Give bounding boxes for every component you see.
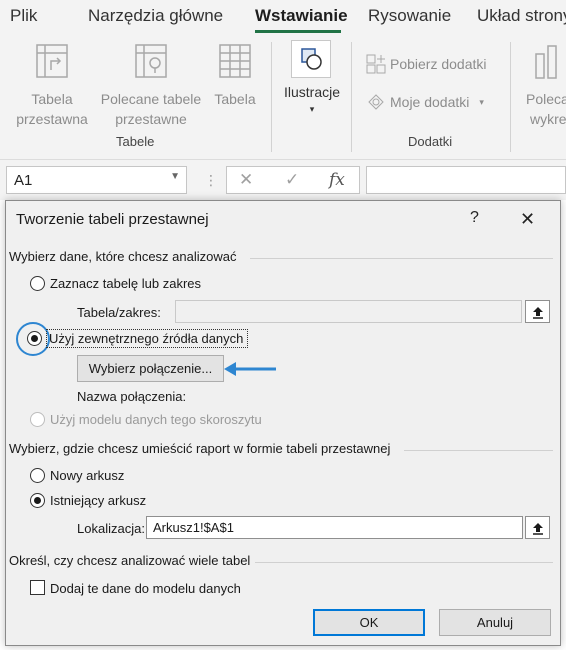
cancel-formula-icon[interactable]: ✕: [239, 170, 253, 190]
group-separator: [510, 42, 511, 152]
add-to-data-model-checkbox[interactable]: [30, 580, 45, 595]
formula-buttons: ✕ ✓ fx: [226, 166, 360, 194]
section-divider: [250, 258, 553, 259]
dialog-title: Tworzenie tabeli przestawnej: [16, 211, 209, 228]
connection-name-label: Nazwa połączenia:: [77, 389, 187, 404]
name-box[interactable]: A1 ▼: [6, 166, 187, 194]
tab-draw[interactable]: Rysowanie: [368, 6, 451, 26]
collapse-dialog-icon: [532, 306, 543, 319]
recommended-pivot-tables-button[interactable]: Polecane tabele przestawne: [96, 42, 206, 129]
table-range-label: Tabela/zakres:: [77, 305, 161, 320]
annotation-arrow-icon: [224, 362, 276, 376]
add-to-data-model-label[interactable]: Dodaj te dane do modelu danych: [50, 581, 241, 596]
radio-new-sheet[interactable]: [30, 468, 45, 483]
recommended-charts-button[interactable]: Poleca wykre: [520, 42, 566, 129]
my-addins-dropdown-icon: ▾: [479, 96, 484, 107]
location-input[interactable]: Arkusz1!$A$1: [146, 516, 523, 539]
radio-new-sheet-label[interactable]: Nowy arkusz: [50, 468, 124, 483]
recommended-pivot-icon: [135, 44, 167, 78]
help-icon[interactable]: ?: [470, 209, 479, 227]
radio-external-source[interactable]: [27, 331, 42, 346]
recommended-label-1: Polecane tabele: [100, 91, 202, 107]
pivot-table-label-1: Tabela: [31, 91, 73, 107]
pivot-table-label-2: przestawna: [16, 111, 88, 127]
recommended-label-2: przestawne: [115, 111, 187, 127]
formula-bar-grip-icon[interactable]: ⋮: [204, 172, 218, 189]
radio-select-table[interactable]: [30, 276, 45, 291]
group-separator: [271, 42, 272, 152]
section-choose-location: Wybierz, gdzie chcesz umieścić raport w …: [9, 441, 391, 456]
get-addins-label: Pobierz dodatki: [390, 56, 487, 72]
tab-insert[interactable]: Wstawianie: [255, 6, 348, 26]
radio-existing-sheet[interactable]: [30, 493, 45, 508]
radio-data-model-label[interactable]: Użyj modelu danych tego skoroszytu: [50, 412, 262, 427]
radio-external-source-label[interactable]: Użyj zewnętrznego źródła danych: [49, 331, 243, 346]
illustrations-dropdown-icon: ▾: [309, 104, 315, 114]
tab-file[interactable]: Plik: [10, 6, 37, 26]
shapes-icon: [301, 48, 322, 70]
group-label-tables: Tabele: [116, 134, 155, 149]
cancel-button[interactable]: Anuluj: [439, 609, 551, 636]
radio-data-model[interactable]: [30, 412, 45, 427]
insert-function-icon[interactable]: fx: [329, 170, 345, 190]
radio-existing-sheet-label[interactable]: Istniejący arkusz: [50, 493, 146, 508]
name-box-value: A1: [14, 172, 33, 189]
location-picker-button[interactable]: [525, 516, 550, 539]
illustrations-button[interactable]: [291, 40, 331, 78]
table-range-input: [175, 300, 522, 323]
table-range-picker-button[interactable]: [525, 300, 550, 323]
ok-button[interactable]: OK: [313, 609, 425, 636]
addins-grid-icon: [366, 54, 386, 74]
section-multiple-tables: Określ, czy chcesz analizować wiele tabe…: [9, 553, 251, 568]
location-label: Lokalizacja:: [77, 521, 145, 536]
active-tab-indicator: [255, 30, 341, 33]
illustrations-label-wrap[interactable]: Ilustracje ▾: [276, 82, 348, 116]
pivot-table-button[interactable]: Tabela przestawna: [10, 42, 94, 129]
group-separator: [351, 42, 352, 152]
get-addins-button[interactable]: Pobierz dodatki: [366, 54, 487, 74]
charts-label-2: wykre: [530, 111, 566, 127]
group-label-addins: Dodatki: [408, 134, 453, 149]
my-addins-label: Moje dodatki: [390, 94, 470, 110]
choose-connection-button[interactable]: Wybierz połączenie...: [77, 355, 224, 382]
section-choose-data: Wybierz dane, które chcesz analizować: [9, 249, 237, 264]
pivot-table-icon: [36, 44, 68, 78]
section-divider: [404, 450, 553, 451]
section-divider: [255, 562, 553, 563]
ribbon-tabs: Plik Narzędzia główne Wstawianie Rysowan…: [0, 0, 566, 34]
radio-select-table-label[interactable]: Zaznacz tabelę lub zakres: [50, 276, 201, 291]
my-addins-button[interactable]: Moje dodatki ▾: [366, 92, 484, 112]
name-box-dropdown-icon[interactable]: ▼: [170, 171, 180, 182]
enter-formula-icon[interactable]: ✓: [285, 170, 299, 190]
close-icon[interactable]: ✕: [520, 209, 535, 230]
formula-input[interactable]: [366, 166, 566, 194]
my-addins-icon: [368, 94, 384, 110]
table-label: Tabela: [214, 91, 256, 107]
tab-page-layout[interactable]: Układ strony: [477, 6, 566, 26]
chart-icon: [535, 45, 557, 79]
tab-home[interactable]: Narzędzia główne: [88, 6, 223, 26]
table-icon: [219, 44, 251, 78]
collapse-dialog-icon: [532, 522, 543, 535]
ribbon: Plik Narzędzia główne Wstawianie Rysowan…: [0, 0, 566, 160]
charts-label-1: Poleca: [526, 91, 566, 107]
illustrations-label: Ilustracje: [283, 84, 341, 100]
table-button[interactable]: Tabela: [208, 42, 262, 109]
